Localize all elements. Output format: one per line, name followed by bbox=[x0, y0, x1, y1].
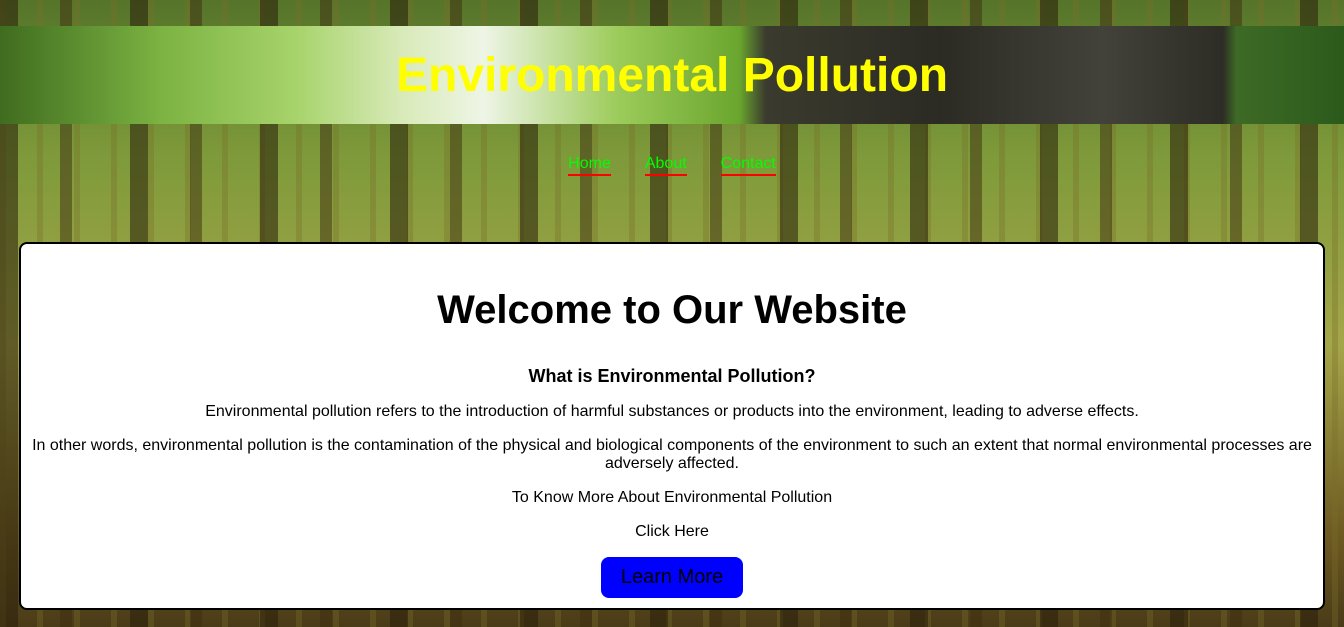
nav-link-about[interactable]: About bbox=[644, 155, 687, 176]
header-banner: Environmental Pollution bbox=[0, 26, 1344, 124]
content-card: Welcome to Our Website What is Environme… bbox=[19, 242, 1325, 610]
main-nav: Home About Contact bbox=[0, 155, 1344, 176]
site-title: Environmental Pollution bbox=[395, 48, 949, 102]
intro-paragraph: Environmental pollution refers to the in… bbox=[205, 403, 1139, 420]
nav-link-contact[interactable]: Contact bbox=[720, 155, 776, 176]
click-here-text: Click Here bbox=[635, 523, 709, 540]
section-subheading: What is Environmental Pollution? bbox=[528, 366, 816, 386]
know-more-text: To Know More About Environmental Polluti… bbox=[511, 489, 833, 506]
learn-more-button[interactable]: Learn More bbox=[600, 557, 744, 598]
page-heading: Welcome to Our Website bbox=[437, 288, 907, 332]
definition-paragraph: In other words, environmental pollution … bbox=[32, 437, 1312, 472]
nav-link-home[interactable]: Home bbox=[568, 155, 611, 176]
